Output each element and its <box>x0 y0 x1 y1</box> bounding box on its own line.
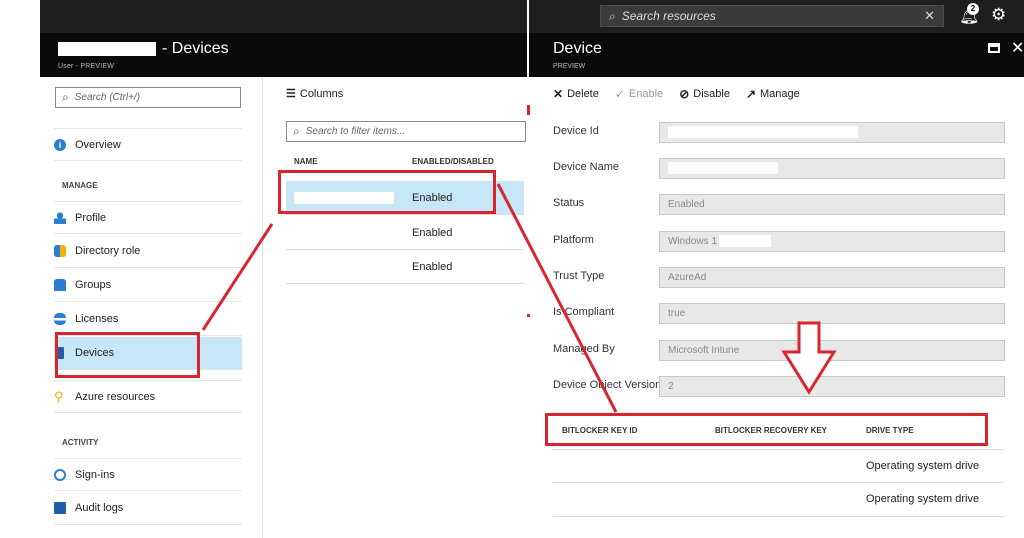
down-arrow-icon <box>781 321 837 395</box>
annotation-mark <box>527 314 530 317</box>
annotation-line-row-to-bitlocker <box>496 183 618 413</box>
annotation-line-menu-to-row <box>201 223 274 331</box>
annotation-overlay <box>201 105 837 413</box>
annotation-mark <box>527 105 530 115</box>
